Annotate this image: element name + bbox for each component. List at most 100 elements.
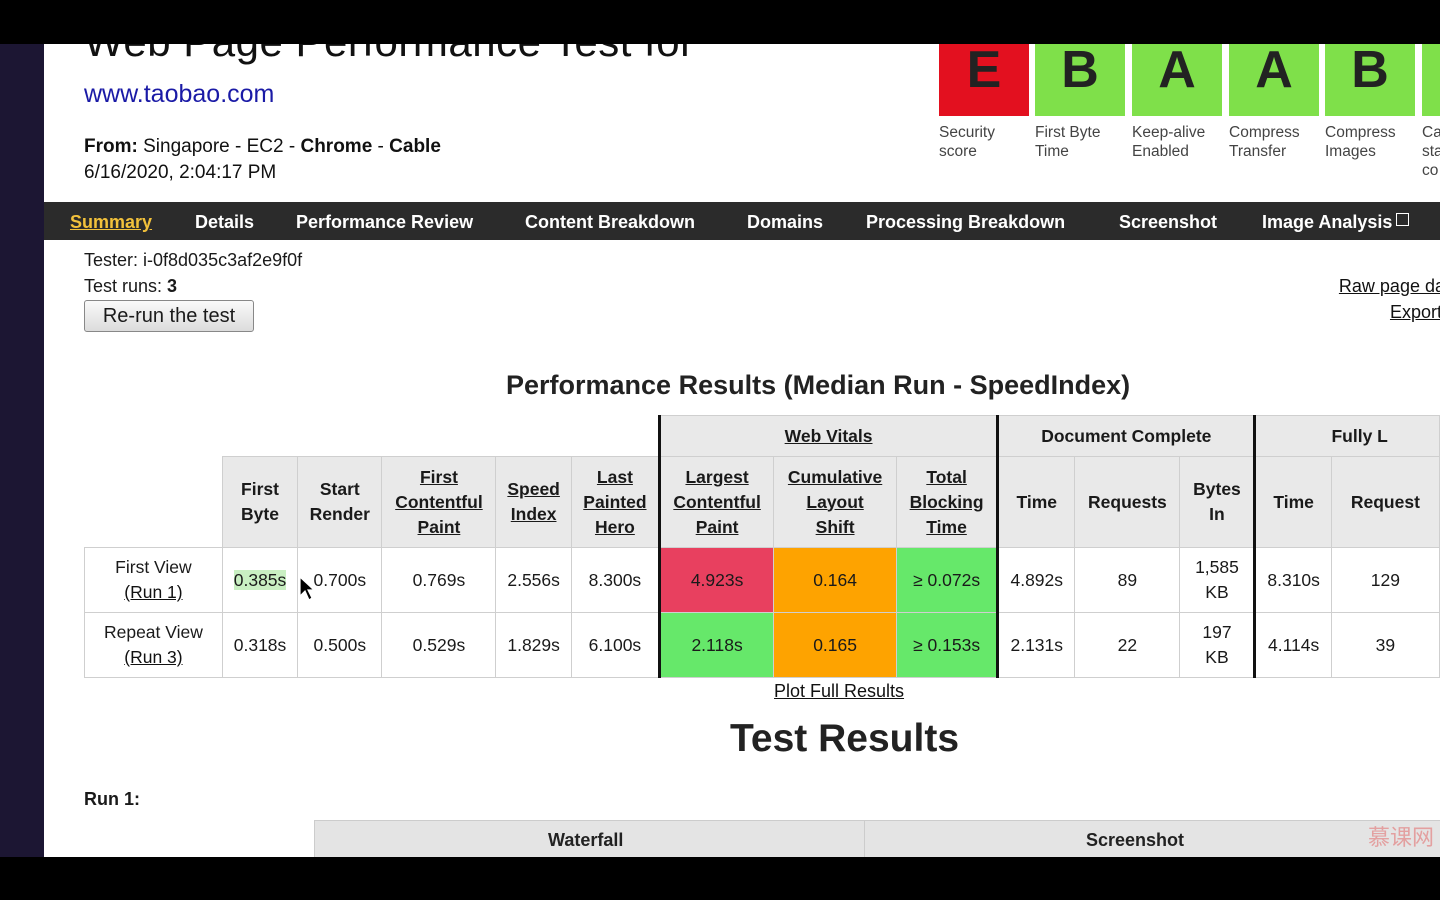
col-dc-requests: Requests bbox=[1074, 456, 1181, 548]
grade-letter: B bbox=[1351, 44, 1389, 99]
col-last-painted-hero[interactable]: Last Painted Hero bbox=[570, 456, 661, 548]
cell-lph: 6.100s bbox=[570, 612, 661, 678]
tab-summary[interactable]: Summary bbox=[70, 212, 152, 233]
site-url-link[interactable]: www.taobao.com bbox=[84, 80, 274, 109]
run-1-link[interactable]: (Run 1) bbox=[124, 582, 182, 602]
left-strip bbox=[0, 44, 44, 857]
rerun-button[interactable]: Re-run the test bbox=[84, 300, 254, 332]
tab-domains[interactable]: Domains bbox=[747, 212, 823, 233]
cell-dc-bytes: 1,585 KB bbox=[1179, 547, 1256, 613]
external-link-icon bbox=[1396, 213, 1410, 226]
test-runs: Test runs: 3 bbox=[84, 276, 178, 296]
grade-letter: E bbox=[966, 44, 1002, 99]
cell-dc-time: 2.131s bbox=[996, 612, 1076, 678]
plot-full-results-link[interactable]: Plot Full Results bbox=[774, 681, 904, 702]
browser: Chrome bbox=[300, 136, 373, 157]
col-fl-requests: Request bbox=[1330, 456, 1440, 548]
grade-letter: A bbox=[1255, 44, 1293, 99]
connection: Cable bbox=[389, 136, 441, 157]
blank-header bbox=[84, 456, 223, 548]
tab-screenshot[interactable]: Screenshot bbox=[1119, 212, 1217, 233]
tab-details[interactable]: Details bbox=[195, 212, 254, 233]
cell-fl-time: 8.310s bbox=[1253, 547, 1332, 613]
test-runs-value: 3 bbox=[167, 276, 178, 296]
cell-lph: 8.300s bbox=[570, 547, 661, 613]
cell-tbt: ≥ 0.153s bbox=[896, 612, 999, 678]
cell-cls: 0.165 bbox=[773, 612, 898, 678]
cell-first-byte: 0.385s bbox=[221, 547, 299, 613]
grade-letter: A bbox=[1158, 44, 1196, 99]
location: Singapore - EC2 - bbox=[143, 136, 296, 157]
test-location: From: Singapore - EC2 - Chrome - Cable bbox=[84, 136, 441, 158]
grade-letter: B bbox=[1061, 44, 1099, 99]
col-dc-bytes-in: Bytes In bbox=[1179, 456, 1256, 548]
grade-keep-alive[interactable]: A bbox=[1132, 44, 1222, 116]
page: Web Page Performance Test for www.taobao… bbox=[44, 44, 1440, 857]
col-fl-time: Time bbox=[1253, 456, 1332, 548]
row-label-repeat-view: Repeat View (Run 3) bbox=[84, 612, 223, 678]
cell-lcp: 2.118s bbox=[658, 612, 775, 678]
col-first-byte: First Byte bbox=[221, 456, 299, 548]
header-divider bbox=[864, 820, 865, 857]
tab-image-analysis[interactable]: Image Analysis bbox=[1262, 212, 1410, 233]
col-total-blocking-time[interactable]: Total Blocking Time bbox=[896, 456, 999, 548]
cell-tbt: ≥ 0.072s bbox=[896, 547, 999, 613]
cell-start-render: 0.500s bbox=[297, 612, 383, 678]
grade-cache-static[interactable] bbox=[1422, 44, 1440, 116]
cell-fl-requests: 129 bbox=[1330, 547, 1440, 613]
grade-security[interactable]: E bbox=[939, 44, 1029, 116]
grade-compress-transfer[interactable]: A bbox=[1229, 44, 1319, 116]
row-label-first-view: First View (Run 1) bbox=[84, 547, 223, 613]
tab-processing-breakdown[interactable]: Processing Breakdown bbox=[866, 212, 1065, 233]
separator: - bbox=[377, 136, 384, 157]
cell-fl-time: 4.114s bbox=[1253, 612, 1332, 678]
cell-fcp: 0.529s bbox=[381, 612, 497, 678]
blank-header bbox=[85, 416, 223, 457]
performance-results-table: Web Vitals Document Complete Fully L Fir… bbox=[84, 415, 1440, 678]
run-1-label: Run 1: bbox=[84, 789, 140, 809]
cell-speed-index: 2.556s bbox=[495, 547, 572, 613]
cell-dc-time: 4.892s bbox=[996, 547, 1076, 613]
web-vitals-header[interactable]: Web Vitals bbox=[658, 415, 999, 457]
grade-first-byte[interactable]: B bbox=[1035, 44, 1125, 116]
col-cumulative-layout-shift[interactable]: Cumulative Layout Shift bbox=[773, 456, 898, 548]
export-har-link[interactable]: Export H bbox=[1390, 302, 1440, 323]
cell-speed-index: 1.829s bbox=[495, 612, 572, 678]
mouse-cursor-icon bbox=[299, 576, 315, 601]
from-label: From: bbox=[84, 136, 138, 157]
blank-header bbox=[222, 415, 660, 457]
col-speed-index[interactable]: Speed Index bbox=[495, 456, 572, 548]
screenshot-header: Screenshot bbox=[1086, 830, 1185, 850]
col-start-render: Start Render bbox=[297, 456, 383, 548]
fully-loaded-header: Fully L bbox=[1253, 415, 1440, 457]
tab-image-analysis-label: Image Analysis bbox=[1262, 212, 1393, 232]
cell-cls: 0.164 bbox=[773, 547, 898, 613]
cell-dc-requests: 89 bbox=[1074, 547, 1181, 613]
cell-fcp: 0.769s bbox=[381, 547, 497, 613]
grade-caption-cache-static: Ca sta co bbox=[1422, 124, 1440, 179]
page-title: Web Page Performance Test for bbox=[84, 44, 695, 66]
test-date: 6/16/2020, 2:04:17 PM bbox=[84, 162, 277, 183]
grade-caption-security: Security score bbox=[939, 124, 995, 160]
raw-page-data-link[interactable]: Raw page data bbox=[1339, 276, 1440, 297]
run-3-link[interactable]: (Run 3) bbox=[124, 647, 182, 667]
table-row: First View (Run 1) 0.385s 0.700s 0.769s 2… bbox=[84, 547, 1440, 613]
test-results-title: Test Results bbox=[730, 717, 960, 760]
grade-caption-first-byte: First Byte Time bbox=[1035, 124, 1101, 160]
col-largest-contentful-paint[interactable]: Largest Contentful Paint bbox=[658, 456, 775, 548]
cell-dc-requests: 22 bbox=[1074, 612, 1181, 678]
grade-caption-compress-transfer: Compress Transfer bbox=[1229, 124, 1300, 160]
grade-caption-keep-alive: Keep-alive Enabled bbox=[1132, 124, 1206, 160]
tester-id: Tester: i-0f8d035c3af2e9f0f bbox=[84, 250, 303, 270]
col-first-contentful-paint[interactable]: First Contentful Paint bbox=[381, 456, 497, 548]
tab-performance-review[interactable]: Performance Review bbox=[296, 212, 473, 233]
run-header-bar bbox=[314, 820, 1440, 857]
waterfall-header: Waterfall bbox=[548, 830, 624, 850]
cell-dc-bytes: 197 KB bbox=[1179, 612, 1256, 678]
watermark: 慕课网 bbox=[1367, 825, 1434, 850]
performance-results-title: Performance Results (Median Run - SpeedI… bbox=[506, 370, 1131, 400]
tab-content-breakdown[interactable]: Content Breakdown bbox=[525, 212, 695, 233]
cell-lcp: 4.923s bbox=[658, 547, 775, 613]
grade-compress-images[interactable]: B bbox=[1325, 44, 1415, 116]
grade-caption-compress-images: Compress Images bbox=[1325, 124, 1396, 160]
